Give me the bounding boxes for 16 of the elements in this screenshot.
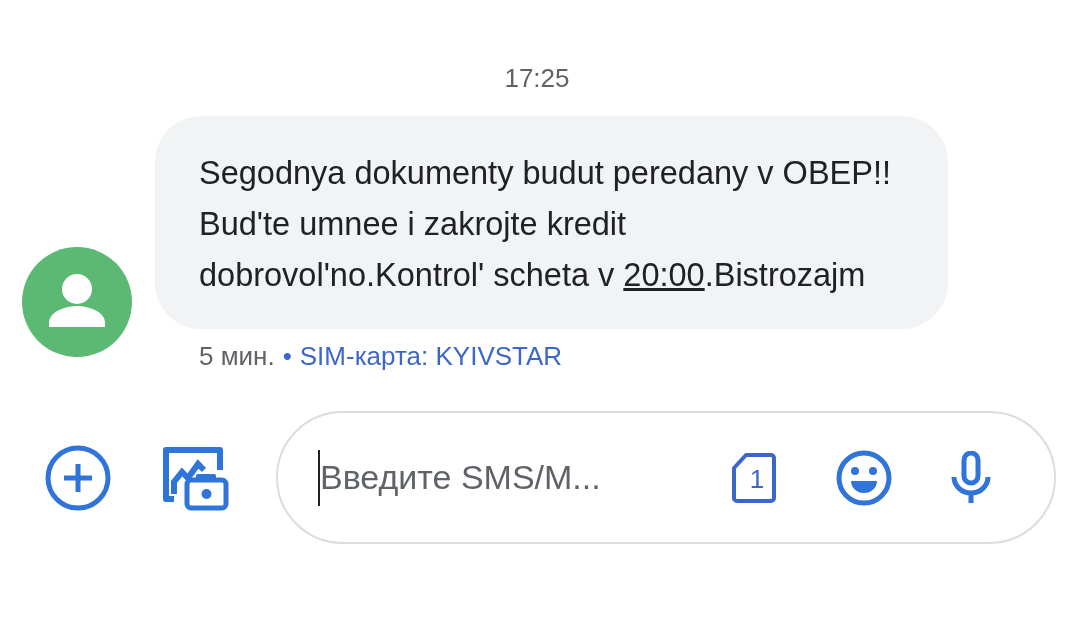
add-button[interactable] (44, 443, 112, 512)
avatar-icon (22, 247, 132, 357)
text-cursor (318, 449, 320, 506)
time-link[interactable]: 20:00 (623, 257, 705, 293)
message-input[interactable]: Введите SMS/M... (320, 458, 680, 497)
sim-label: SIM-карта: KYIVSTAR (299, 340, 563, 373)
message-bubble: Segodnya dokumenty budut peredany v OBEP!! Bud'te umnee i zakrojte kredit dobrovol'no.Kontrol' scheta v 20:00.Bistrozajm (155, 116, 948, 329)
emoji-button[interactable] (836, 449, 892, 506)
smiley-icon (836, 449, 892, 506)
message-age: 5 мин. (199, 340, 275, 373)
sim-button[interactable]: 1 (732, 451, 776, 504)
separator-dot: • (282, 340, 292, 373)
message-timestamp: 17:25 (504, 62, 570, 95)
plus-icon (44, 443, 112, 512)
microphone-icon (950, 450, 992, 505)
voice-button[interactable] (950, 450, 992, 505)
